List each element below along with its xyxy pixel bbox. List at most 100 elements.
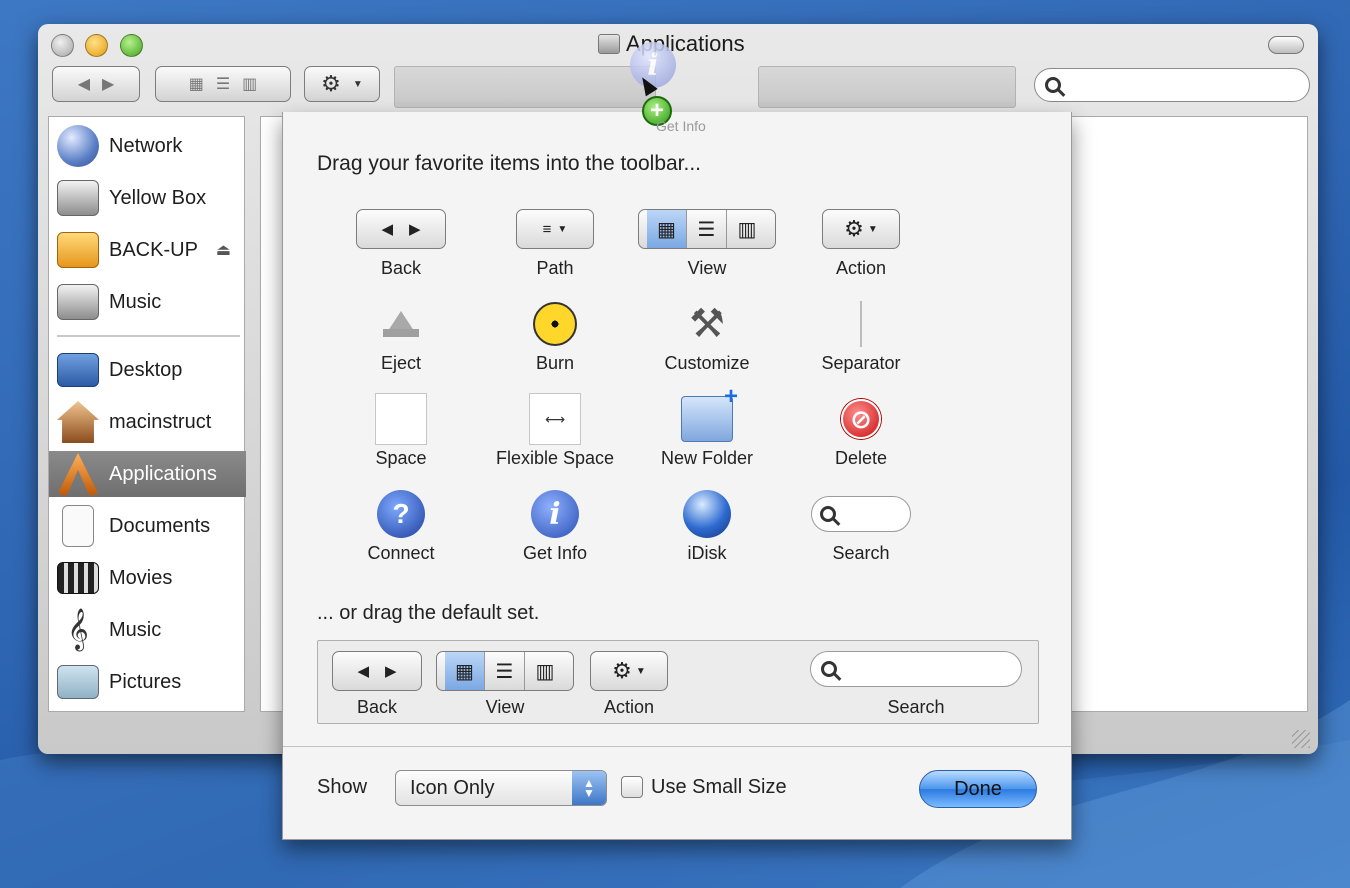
default-item-back: ◀ ▶ Back bbox=[332, 651, 422, 725]
done-button[interactable]: Done bbox=[919, 770, 1037, 808]
search-field[interactable] bbox=[1034, 68, 1310, 102]
tools-icon: ⚒ bbox=[689, 302, 725, 346]
palette-item-space[interactable]: Space bbox=[321, 393, 481, 480]
sidebar-item-desktop[interactable]: Desktop bbox=[49, 347, 246, 393]
search-field-icon bbox=[811, 496, 911, 532]
palette-item-path[interactable]: ≡ ▼ Path bbox=[475, 204, 635, 290]
list-view-icon[interactable]: ☰ bbox=[216, 74, 230, 94]
palette-item-label: Flexible Space bbox=[495, 448, 615, 468]
palette-item-delete[interactable]: ⊘ Delete bbox=[781, 394, 941, 480]
use-small-size-checkbox[interactable] bbox=[621, 776, 643, 798]
default-item-action: ⚙ ▼ Action bbox=[590, 651, 668, 725]
palette-item-label: iDisk bbox=[687, 543, 727, 563]
icon-view-icon[interactable]: ▦ bbox=[189, 74, 204, 94]
sidebar-item-label: Pictures bbox=[109, 670, 182, 693]
sidebar-item-label: Applications bbox=[109, 462, 217, 485]
applications-icon bbox=[57, 453, 99, 495]
sidebar-item-movies[interactable]: Movies bbox=[49, 555, 246, 601]
use-small-size-label[interactable]: Use Small Size bbox=[651, 776, 787, 799]
palette-item-customize[interactable]: ⚒ Customize bbox=[627, 299, 787, 385]
sidebar-item-yellow-box[interactable]: Yellow Box bbox=[49, 175, 246, 221]
title-bar[interactable]: Applications bbox=[38, 24, 1318, 64]
sidebar-item-label: Movies bbox=[109, 566, 173, 589]
sidebar-item-label: Music bbox=[109, 290, 162, 313]
palette-item-view[interactable]: ▦ ☰ ▥ View bbox=[627, 204, 787, 290]
palette-item-label: New Folder bbox=[660, 448, 754, 468]
palette-item-label: Connect bbox=[367, 543, 435, 563]
palette-item-label: Get Info bbox=[522, 543, 588, 563]
toolbar-drop-zone-right bbox=[758, 66, 1016, 108]
palette-item-idisk[interactable]: iDisk bbox=[627, 489, 787, 575]
palette-item-label: Eject bbox=[380, 353, 422, 373]
palette-item-separator[interactable]: Separator bbox=[781, 299, 941, 385]
default-toolbar-set[interactable]: ◀ ▶ Back ▦ ☰ ▥ View ⚙ ▼ Action Search bbox=[317, 640, 1039, 724]
zoom-button[interactable] bbox=[120, 34, 143, 57]
path-icon: ≡ ▼ bbox=[516, 209, 594, 249]
sidebar-item-label: Yellow Box bbox=[109, 186, 207, 209]
toolbar-toggle-button[interactable] bbox=[1268, 36, 1304, 54]
gear-icon: ⚙ bbox=[321, 71, 341, 96]
palette-item-label: Space bbox=[375, 448, 427, 468]
view-control[interactable]: ▦ ☰ ▥ bbox=[155, 66, 291, 102]
idisk-icon bbox=[683, 490, 731, 538]
folder-icon bbox=[598, 34, 620, 54]
sidebar-item-music-volume[interactable]: Music bbox=[49, 279, 246, 325]
palette-item-action[interactable]: ⚙ ▼ Action bbox=[781, 204, 941, 290]
gear-icon: ⚙ ▼ bbox=[590, 651, 668, 691]
palette-item-label: Separator bbox=[821, 353, 901, 373]
movies-icon bbox=[57, 562, 99, 594]
palette-item-get-info[interactable]: i Get Info bbox=[475, 489, 635, 575]
customize-toolbar-sheet: Drag your favorite items into the toolba… bbox=[282, 112, 1072, 840]
search-icon bbox=[821, 661, 837, 677]
forward-arrow-icon[interactable]: ▶ bbox=[102, 74, 114, 94]
music-icon: 𝄞 bbox=[67, 609, 89, 650]
close-button[interactable] bbox=[51, 34, 74, 57]
palette-item-burn[interactable]: Burn bbox=[475, 299, 635, 385]
palette-item-flexible-space[interactable]: ⟷ Flexible Space bbox=[475, 393, 635, 480]
chevron-down-icon: ▼ bbox=[352, 78, 363, 90]
palette-item-new-folder[interactable]: New Folder bbox=[627, 383, 787, 480]
show-popup-menu[interactable]: Icon Only ▲ ▼ bbox=[395, 770, 607, 806]
palette-item-search[interactable]: Search bbox=[781, 489, 941, 575]
palette-item-eject[interactable]: Eject bbox=[321, 299, 481, 385]
back-arrow-icon[interactable]: ◀ bbox=[78, 74, 90, 94]
toolbar-drop-zone-left bbox=[394, 66, 656, 108]
search-icon bbox=[1045, 77, 1061, 93]
back-forward-control[interactable]: ◀ ▶ bbox=[52, 66, 140, 102]
palette-item-connect[interactable]: ? Connect bbox=[321, 489, 481, 575]
palette-item-label: Search bbox=[832, 543, 890, 563]
sidebar-item-home[interactable]: macinstruct bbox=[49, 399, 246, 445]
back-forward-icon: ◀ ▶ bbox=[356, 209, 446, 249]
separator-icon bbox=[860, 301, 862, 347]
search-icon bbox=[820, 506, 836, 522]
view-icon: ▦ ☰ ▥ bbox=[638, 209, 776, 249]
resize-grip[interactable] bbox=[1292, 730, 1310, 748]
sidebar-item-documents[interactable]: Documents bbox=[49, 503, 246, 549]
eject-icon[interactable]: ⏏ bbox=[216, 240, 231, 260]
palette-item-back[interactable]: ◀ ▶ Back bbox=[321, 204, 481, 290]
default-item-view: ▦ ☰ ▥ View bbox=[436, 651, 574, 725]
sidebar-item-label: Music bbox=[109, 618, 162, 641]
sidebar-item-pictures[interactable]: Pictures bbox=[49, 659, 246, 705]
palette-item-label: Action bbox=[835, 258, 887, 278]
column-view-icon[interactable]: ▥ bbox=[242, 74, 257, 94]
default-item-label: View bbox=[485, 697, 525, 717]
sidebar-divider bbox=[57, 335, 240, 337]
sheet-heading: Drag your favorite items into the toolba… bbox=[317, 152, 702, 175]
home-icon bbox=[57, 401, 99, 443]
view-icon: ▦ ☰ ▥ bbox=[436, 651, 574, 691]
back-forward-icon: ◀ ▶ bbox=[332, 651, 422, 691]
sidebar-item-music[interactable]: 𝄞 Music bbox=[49, 607, 246, 653]
desktop-icon bbox=[57, 353, 99, 387]
popup-arrows-icon: ▲ ▼ bbox=[572, 771, 606, 805]
sidebar-item-network[interactable]: Network bbox=[49, 123, 246, 169]
palette-item-label: Path bbox=[536, 258, 574, 278]
default-item-label: Action bbox=[603, 697, 655, 717]
action-menu-button[interactable]: ⚙ ▼ bbox=[304, 66, 380, 102]
minimize-button[interactable] bbox=[85, 34, 108, 57]
sidebar-item-label: Desktop bbox=[109, 358, 183, 381]
sidebar-item-back-up[interactable]: BACK-UP ⏏ bbox=[49, 227, 246, 273]
palette-item-label: Burn bbox=[535, 353, 575, 373]
sidebar-item-applications[interactable]: Applications bbox=[49, 451, 246, 497]
default-set-heading: ... or drag the default set. bbox=[317, 602, 540, 624]
